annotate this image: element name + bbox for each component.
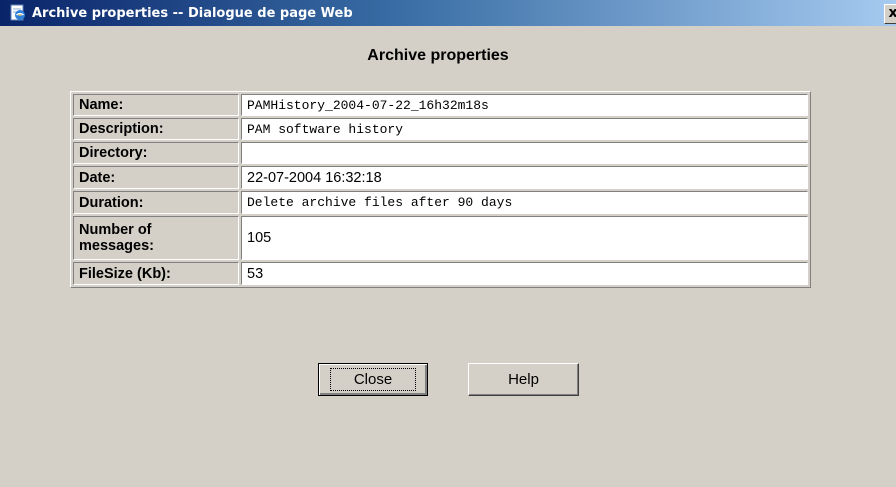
window-title: Archive properties -- Dialogue de page W…	[32, 5, 353, 21]
property-label: Description:	[73, 118, 239, 140]
dialog-heading: Archive properties	[367, 47, 509, 64]
close-button[interactable]: Close	[318, 363, 428, 396]
property-row-duration: Duration: Delete archive files after 90 …	[73, 191, 808, 214]
duration-value: Delete archive files after 90 days	[241, 191, 808, 214]
property-label: Name:	[73, 94, 239, 116]
title-bar[interactable]: Archive properties -- Dialogue de page W…	[0, 0, 896, 26]
name-value: PAMHistory_2004-07-22_16h32m18s	[241, 94, 808, 116]
messages-count-value: 105	[241, 216, 808, 260]
close-button-label: Close	[329, 368, 417, 391]
date-value: 22-07-2004 16:32:18	[241, 166, 808, 189]
property-row-directory: Directory:	[73, 142, 808, 164]
property-row-date: Date: 22-07-2004 16:32:18	[73, 166, 808, 189]
property-row-filesize: FileSize (Kb): 53	[73, 262, 808, 285]
filesize-value: 53	[241, 262, 808, 285]
property-label-line: messages:	[79, 238, 154, 254]
property-label: Directory:	[73, 142, 239, 164]
property-row-description: Description: PAM software history	[73, 118, 808, 140]
property-label: Date:	[73, 166, 239, 189]
description-value: PAM software history	[241, 118, 808, 140]
help-button[interactable]: Help	[468, 363, 579, 396]
button-bar: Close Help	[0, 363, 896, 397]
property-label: Duration:	[73, 191, 239, 214]
directory-value	[241, 142, 808, 164]
ie-page-icon	[8, 4, 28, 22]
property-row-name: Name: PAMHistory_2004-07-22_16h32m18s	[73, 94, 808, 116]
property-label: Number of messages:	[73, 216, 239, 260]
property-label: FileSize (Kb):	[73, 262, 239, 285]
properties-table: Name: PAMHistory_2004-07-22_16h32m18s De…	[70, 91, 811, 288]
property-row-messages: Number of messages: 105	[73, 216, 808, 260]
close-window-button[interactable]: x	[884, 4, 896, 24]
property-label-line: Number of	[79, 222, 152, 238]
dialog-window: Archive properties -- Dialogue de page W…	[0, 0, 896, 487]
